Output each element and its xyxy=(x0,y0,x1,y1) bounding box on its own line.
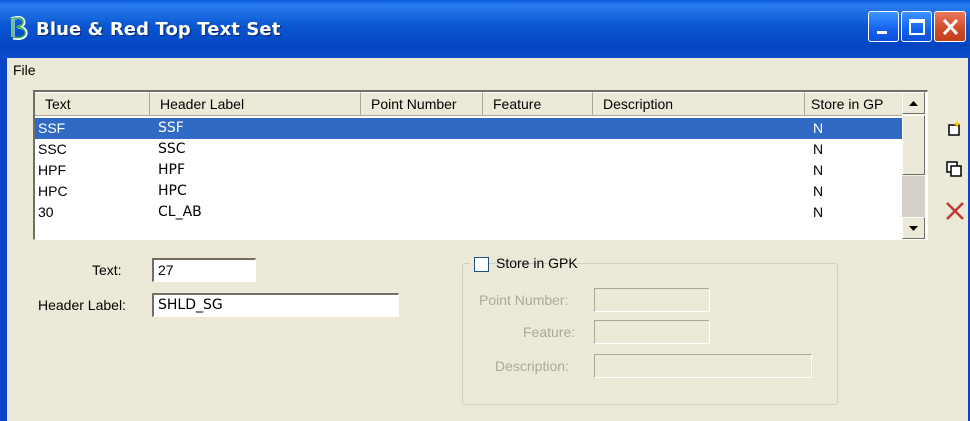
column-header-header-label[interactable]: Header Label xyxy=(150,92,361,116)
description-label: Description: xyxy=(495,358,569,374)
cell-text: SSC xyxy=(38,141,67,157)
scroll-up-button[interactable] xyxy=(902,92,925,114)
text-set-list[interactable]: Text Header Label Point Number Feature D… xyxy=(33,90,928,240)
column-header-store[interactable]: Store in GP xyxy=(805,92,910,116)
store-in-gpk-label[interactable]: Store in GPK xyxy=(496,255,578,271)
cell-text: HPF xyxy=(38,162,66,178)
list-rows: SSF SSF N SSC SSC N HPF HPF N HPC HPC N … xyxy=(35,118,902,223)
column-header-description[interactable]: Description xyxy=(593,92,805,116)
point-number-field[interactable] xyxy=(594,288,710,312)
text-set-window: Blue & Red Top Text Set File Text Header… xyxy=(0,0,970,421)
text-field[interactable]: 27 xyxy=(152,258,256,282)
cell-text: HPC xyxy=(38,183,68,199)
arrow-up-icon xyxy=(909,101,918,106)
store-in-gpk-checkbox[interactable] xyxy=(474,257,489,272)
close-button[interactable] xyxy=(934,11,966,42)
cell-header-label: SSC xyxy=(158,141,186,157)
copy-button[interactable] xyxy=(943,157,967,181)
delete-icon xyxy=(946,202,964,220)
scroll-track[interactable] xyxy=(902,176,925,217)
list-header: Text Header Label Point Number Feature D… xyxy=(35,92,910,117)
b-app-icon xyxy=(10,16,28,40)
table-row[interactable]: HPF HPF N xyxy=(35,160,902,181)
header-label-field[interactable]: SHLD_SG xyxy=(152,293,399,317)
cell-store: N xyxy=(813,141,824,157)
table-row[interactable]: SSC SSC N xyxy=(35,139,902,160)
feature-label: Feature: xyxy=(523,324,576,340)
maximize-icon xyxy=(909,19,925,35)
delete-button[interactable] xyxy=(943,199,967,223)
scroll-thumb[interactable] xyxy=(902,115,925,175)
list-scrollbar[interactable] xyxy=(902,92,925,239)
table-row[interactable]: SSF SSF N xyxy=(35,118,902,139)
column-header-text[interactable]: Text xyxy=(35,92,150,116)
scroll-down-button[interactable] xyxy=(902,217,925,239)
cell-header-label: HPF xyxy=(158,162,186,178)
window-left-border xyxy=(0,58,7,421)
feature-field[interactable] xyxy=(594,320,710,344)
cell-header-label: SSF xyxy=(158,120,184,136)
cell-header-label: CL_AB xyxy=(158,204,202,220)
minimize-button[interactable] xyxy=(868,11,899,42)
menu-bar: File xyxy=(7,58,968,84)
minimize-icon xyxy=(877,31,887,34)
table-row[interactable]: 30 CL_AB N xyxy=(35,202,902,223)
cell-text: SSF xyxy=(38,120,66,136)
new-item-button[interactable] xyxy=(943,117,967,141)
cell-text: 30 xyxy=(38,204,54,220)
header-label-label: Header Label: xyxy=(38,297,126,313)
copy-icon xyxy=(946,161,962,177)
menu-file[interactable]: File xyxy=(13,62,36,78)
cell-store: N xyxy=(813,162,824,178)
cell-store: N xyxy=(813,183,824,199)
cell-store: N xyxy=(813,120,824,136)
point-number-label: Point Number: xyxy=(479,292,569,308)
close-icon xyxy=(942,18,959,36)
column-header-point-number[interactable]: Point Number xyxy=(361,92,483,116)
column-header-feature[interactable]: Feature xyxy=(483,92,593,116)
maximize-button[interactable] xyxy=(901,11,932,42)
title-bar[interactable]: Blue & Red Top Text Set xyxy=(0,0,970,58)
text-label: Text: xyxy=(92,262,122,278)
arrow-down-icon xyxy=(909,226,918,231)
gpk-checkbox-row[interactable]: Store in GPK xyxy=(470,253,578,275)
table-row[interactable]: HPC HPC N xyxy=(35,181,902,202)
new-item-icon xyxy=(948,120,961,136)
cell-header-label: HPC xyxy=(158,183,187,199)
window-title: Blue & Red Top Text Set xyxy=(36,19,281,40)
cell-store: N xyxy=(813,204,824,220)
description-field[interactable] xyxy=(594,354,812,378)
